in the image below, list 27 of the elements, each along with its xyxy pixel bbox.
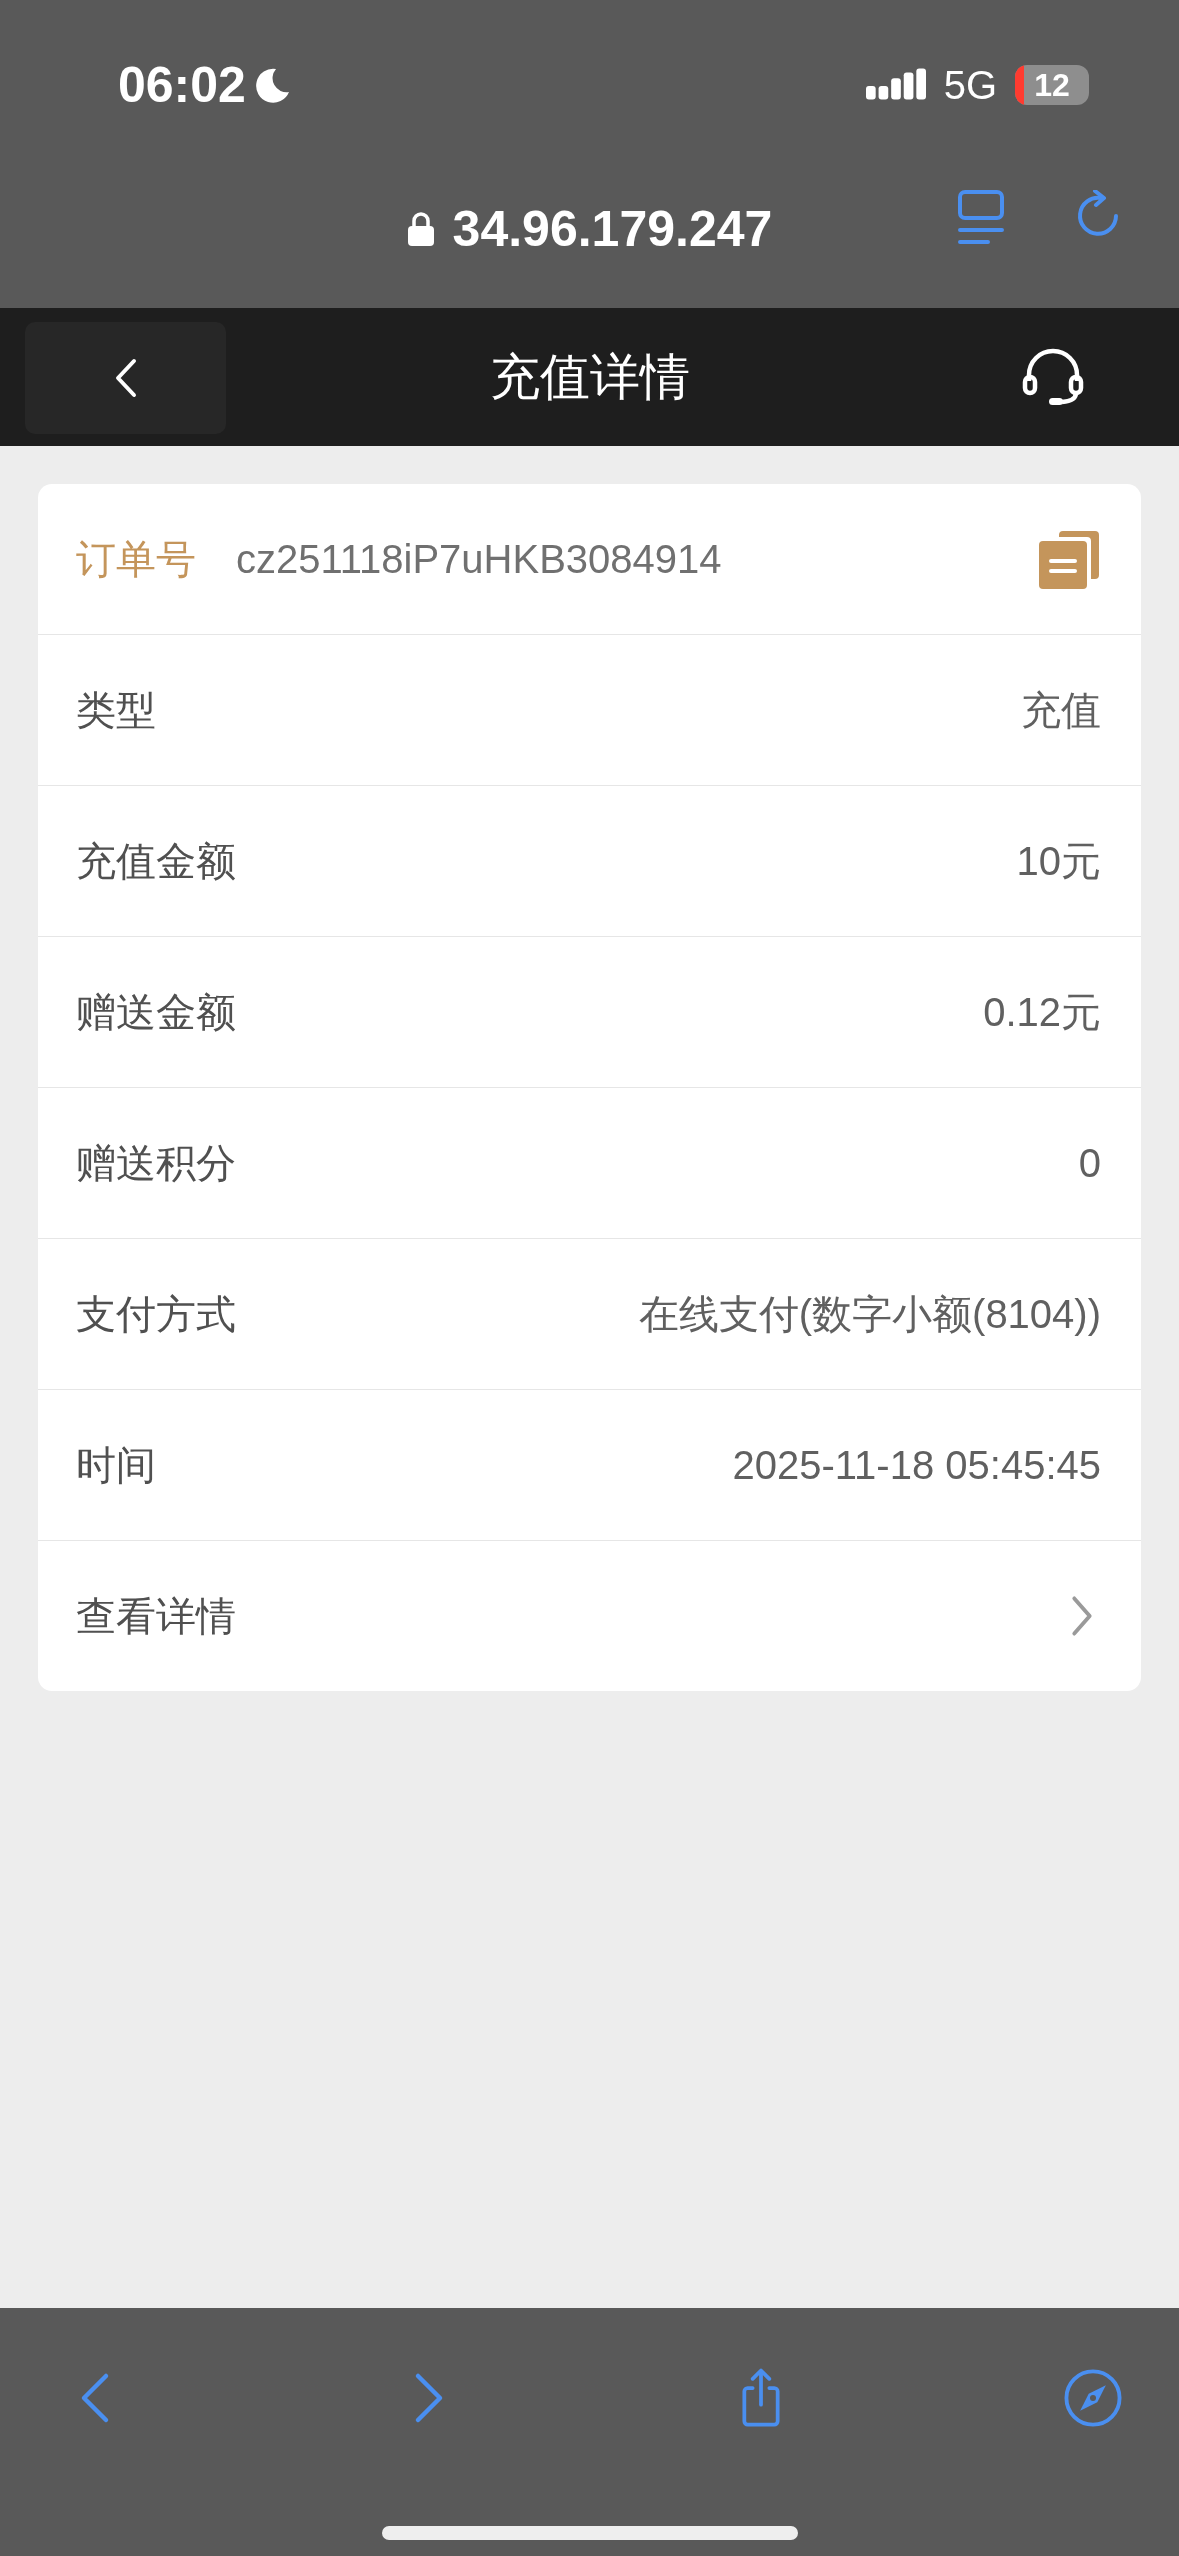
field-value: 在线支付(数字小额(8104)) — [638, 1290, 1101, 1338]
chevron-left-icon — [113, 358, 138, 398]
order-label: 订单号 — [76, 535, 196, 583]
field-label: 赠送积分 — [76, 1139, 237, 1187]
field-label: 充值金额 — [76, 837, 237, 885]
signal-icon — [865, 68, 926, 102]
view-details-row[interactable]: 查看详情 — [38, 1540, 1141, 1691]
field-value: 2025-11-18 05:45:45 — [732, 1442, 1101, 1488]
lock-icon — [406, 211, 435, 247]
field-label: 类型 — [76, 686, 157, 734]
headset-icon[interactable] — [1021, 347, 1085, 407]
page-title: 充值详情 — [489, 347, 690, 407]
field-label: 时间 — [76, 1441, 157, 1489]
field-value: 充值 — [1021, 686, 1101, 734]
field-label: 支付方式 — [76, 1290, 237, 1338]
field-value: 10元 — [1016, 837, 1101, 885]
compass-icon[interactable] — [1063, 2368, 1123, 2428]
field-value: 0 — [1078, 1140, 1101, 1186]
chevron-icon — [1071, 1594, 1093, 1638]
reader-icon[interactable] — [958, 190, 1004, 246]
network-label: 5G — [943, 62, 997, 108]
address-text[interactable]: 34.96.179.247 — [452, 200, 773, 258]
order-number: cz251118iP7uHKB3084914 — [236, 536, 723, 582]
status-time: 06:02 — [118, 56, 246, 114]
field-label: 赠送金额 — [76, 988, 237, 1036]
field-value: 0.12元 — [983, 988, 1101, 1036]
battery-indicator: 12 — [1015, 65, 1089, 105]
